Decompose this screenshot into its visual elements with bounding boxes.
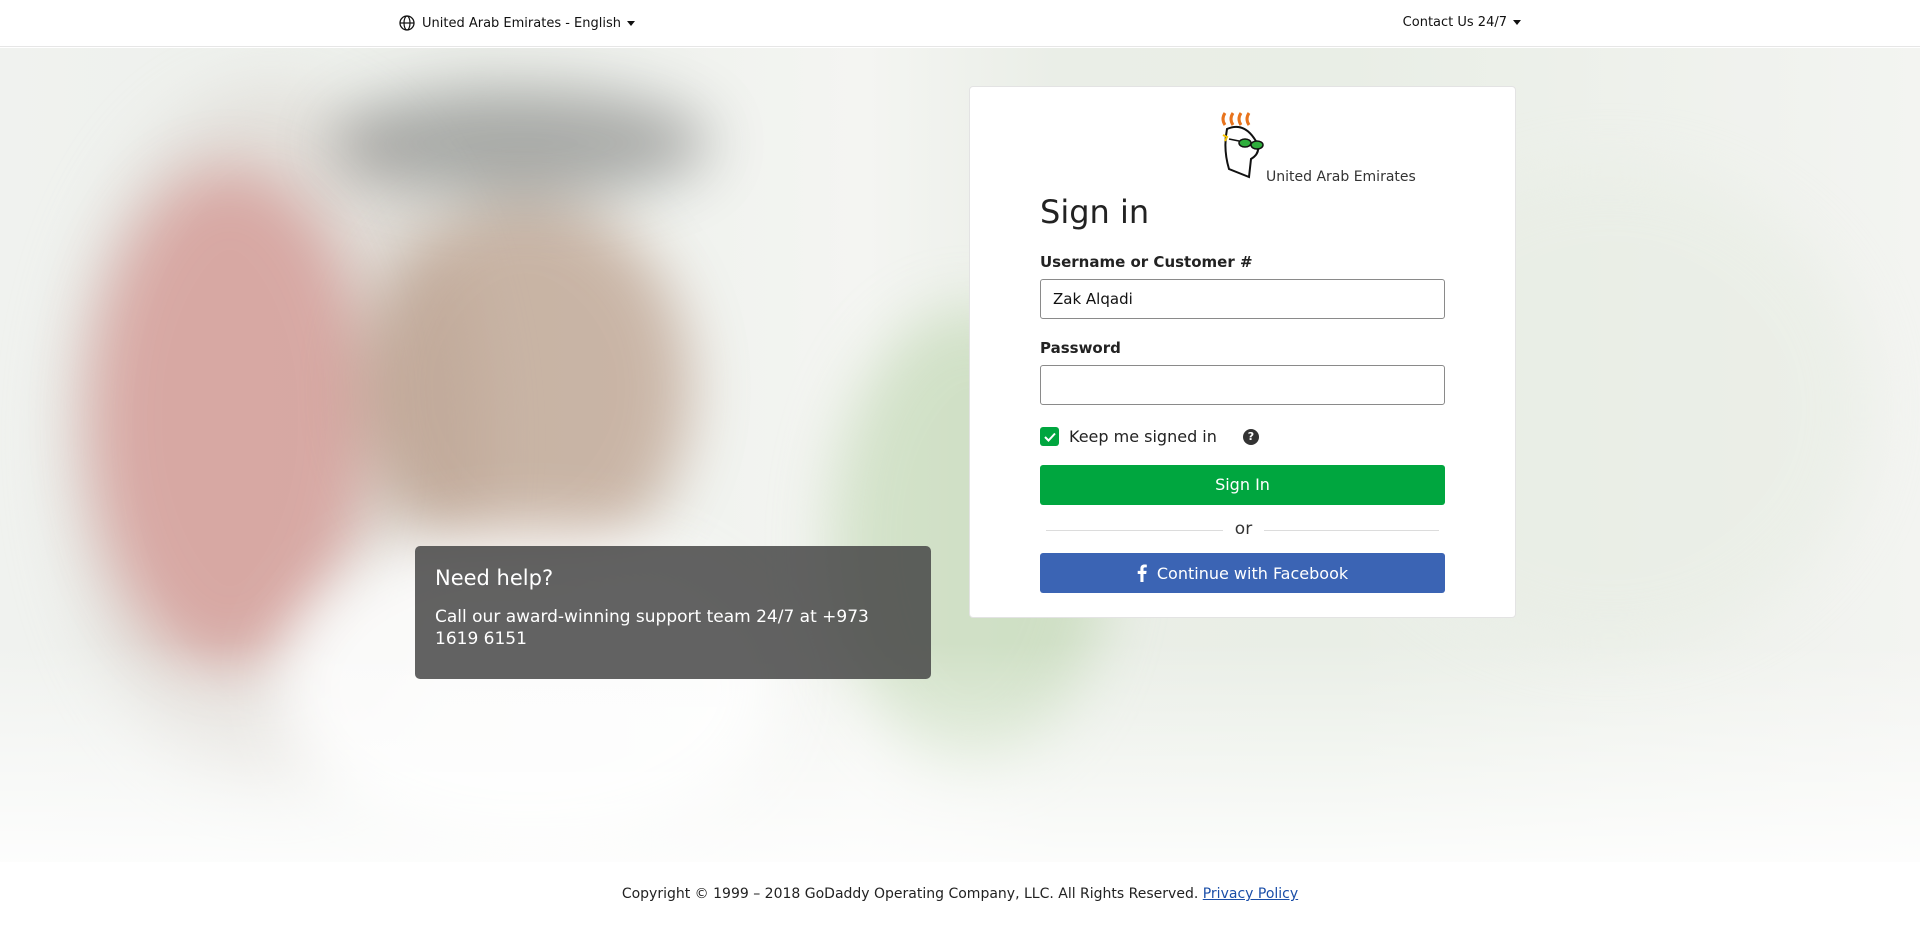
signin-title: Sign in: [1040, 193, 1150, 231]
globe-icon: [399, 15, 415, 31]
keep-signed-in-checkbox[interactable]: [1040, 427, 1059, 446]
checkmark-icon: [1043, 432, 1056, 442]
signin-card: United Arab Emirates Sign in Username or…: [969, 86, 1516, 618]
help-icon[interactable]: ?: [1242, 428, 1259, 445]
contact-us-dropdown[interactable]: Contact Us 24/7: [1403, 15, 1521, 30]
region-label: United Arab Emirates: [1266, 169, 1416, 185]
caret-down-icon: [1513, 20, 1521, 25]
copyright-text: Copyright © 1999 – 2018 GoDaddy Operatin…: [621, 886, 1199, 902]
username-input[interactable]: [1040, 279, 1445, 319]
facebook-login-button[interactable]: Continue with Facebook: [1040, 553, 1445, 593]
need-help-box: Need help? Call our award-winning suppor…: [415, 546, 931, 679]
password-input[interactable]: [1040, 365, 1445, 405]
godaddy-logo: [1221, 112, 1264, 179]
facebook-icon: [1137, 564, 1147, 582]
keep-signed-in-row: Keep me signed in ?: [1040, 427, 1259, 446]
or-text: or: [1222, 519, 1265, 539]
help-text: Call our award-winning support team 24/7…: [435, 607, 869, 649]
sign-in-button[interactable]: Sign In: [1040, 465, 1445, 505]
keep-signed-in-label: Keep me signed in: [1069, 427, 1217, 446]
or-separator: or: [970, 519, 1517, 539]
language-selector-label: United Arab Emirates - English: [422, 15, 621, 31]
footer: Copyright © 1999 – 2018 GoDaddy Operatin…: [0, 862, 1920, 926]
language-selector[interactable]: United Arab Emirates - English: [399, 15, 635, 31]
username-label: Username or Customer #: [1040, 253, 1253, 271]
contact-us-label: Contact Us 24/7: [1402, 15, 1507, 30]
hero-background-image: [0, 48, 1920, 862]
caret-down-icon: [627, 20, 635, 26]
facebook-button-label: Continue with Facebook: [1156, 563, 1349, 583]
top-navigation-bar: United Arab Emirates - English Contact U…: [0, 0, 1920, 47]
privacy-policy-link[interactable]: Privacy Policy: [1203, 886, 1298, 902]
password-label: Password: [1040, 339, 1121, 357]
help-title: Need help?: [435, 566, 554, 590]
